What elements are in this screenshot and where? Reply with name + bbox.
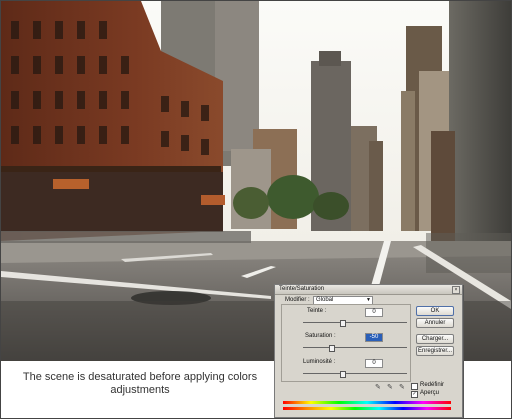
- lightness-label: Luminosité :: [303, 359, 336, 365]
- saturation-slider-track[interactable]: [303, 347, 407, 348]
- preview-checkbox[interactable]: ✓: [411, 391, 418, 398]
- caption: The scene is desaturated before applying…: [1, 371, 279, 397]
- hue-slider-thumb[interactable]: [340, 320, 346, 327]
- caption-line-2: adjustments: [110, 384, 170, 396]
- cancel-button[interactable]: Annuler: [416, 318, 454, 328]
- save-button[interactable]: Enregistrer...: [416, 346, 454, 356]
- input-color-bar: [283, 401, 451, 404]
- colorize-label: Redéfinir: [420, 382, 445, 388]
- hue-saturation-dialog: Teinte/Saturation × Modifier : Global ▼ …: [274, 284, 463, 418]
- saturation-label: Saturation :: [305, 333, 336, 339]
- screenshot-frame: The scene is desaturated before applying…: [0, 0, 512, 419]
- lightness-slider-track[interactable]: [303, 373, 407, 374]
- hue-field[interactable]: 0: [365, 308, 383, 317]
- adjustment-group: [281, 304, 411, 382]
- eyedropper-minus-icon[interactable]: ✎: [399, 383, 405, 391]
- eyedropper-plus-icon[interactable]: ✎: [387, 383, 393, 391]
- load-button[interactable]: Charger...: [416, 334, 454, 344]
- eyedropper-icon[interactable]: ✎: [375, 383, 381, 391]
- saturation-slider-thumb[interactable]: [329, 345, 335, 352]
- ok-button[interactable]: OK: [416, 306, 454, 316]
- hue-label: Teinte :: [307, 308, 327, 314]
- dialog-title: Teinte/Saturation: [275, 285, 462, 295]
- output-color-bar: [283, 407, 451, 410]
- colorize-checkbox[interactable]: [411, 383, 418, 390]
- lightness-slider-thumb[interactable]: [340, 371, 346, 378]
- caption-line-1: The scene is desaturated before applying…: [22, 371, 258, 383]
- hue-slider-track[interactable]: [303, 322, 407, 323]
- close-icon[interactable]: ×: [452, 286, 460, 294]
- edit-label: Modifier :: [285, 297, 310, 303]
- preview-label: Aperçu: [420, 390, 440, 396]
- chevron-down-icon: ▼: [366, 297, 371, 303]
- edit-select-value: Global: [316, 297, 334, 303]
- saturation-field[interactable]: -50: [365, 333, 383, 342]
- lightness-field[interactable]: 0: [365, 359, 383, 368]
